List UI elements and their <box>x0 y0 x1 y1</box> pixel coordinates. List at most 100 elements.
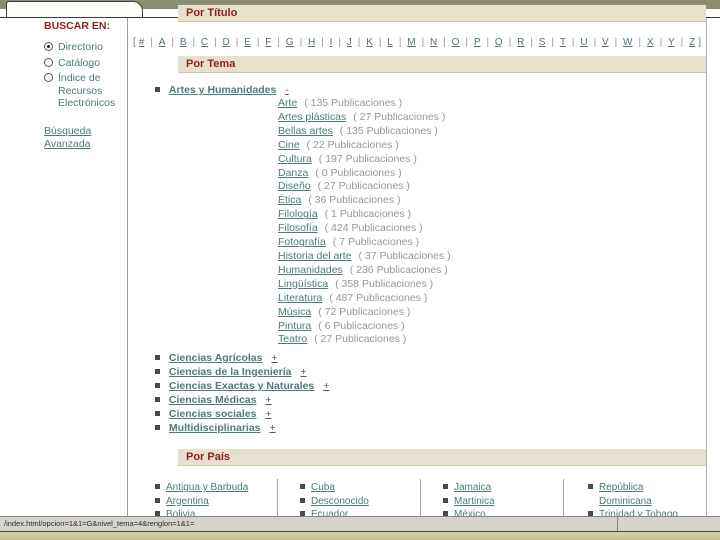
alphabet-item: Q | <box>495 37 511 48</box>
subtopic-link[interactable]: Filología <box>278 208 318 220</box>
alphabet-letter-link[interactable]: J <box>347 37 352 48</box>
alphabet-letter-link[interactable]: Z <box>689 37 695 48</box>
theme-category-link[interactable]: Ciencias de la Ingeniería <box>169 366 292 378</box>
country-link[interactable]: Desconocido <box>311 496 369 507</box>
expand-toggle[interactable]: + <box>265 394 271 406</box>
frame-divider[interactable] <box>617 517 618 531</box>
subtopic-link[interactable]: Cultura <box>278 153 312 165</box>
alphabet-letter-link[interactable]: U <box>580 37 587 48</box>
subtopic-row: Pintura ( 6 Publicaciones ) <box>278 320 451 334</box>
option-label[interactable]: Directorio <box>58 41 103 54</box>
alphabet-letter-link[interactable]: R <box>517 37 524 48</box>
alphabet-letter-link[interactable]: X <box>647 37 654 48</box>
subtopic-link[interactable]: Humanidades <box>278 264 343 276</box>
collapse-toggle[interactable]: - <box>285 84 289 96</box>
country-row: Desconocido <box>300 495 438 509</box>
subtopic-link[interactable]: Bellas artes <box>278 125 333 137</box>
alphabet-letter-link[interactable]: P <box>474 37 481 48</box>
radio-button-icon[interactable] <box>44 73 53 82</box>
expand-toggle[interactable]: + <box>300 366 306 378</box>
alphabet-letter-link[interactable]: C <box>201 37 208 48</box>
alphabet-letter-link[interactable]: H <box>308 37 315 48</box>
sidebar-title: BUSCAR EN: <box>44 20 110 32</box>
alphabet-letter-link[interactable]: T <box>560 37 566 48</box>
alphabet-letter-link[interactable]: E <box>244 37 251 48</box>
alphabet-letter-link[interactable]: N <box>430 37 437 48</box>
alphabet-letter-link[interactable]: G <box>286 37 294 48</box>
country-link[interactable]: Trinidad y Tobago <box>599 509 678 516</box>
expand-toggle[interactable]: + <box>271 352 277 364</box>
radio-button-icon[interactable] <box>44 42 53 51</box>
country-link[interactable]: Ecuador <box>311 509 348 516</box>
subtopic-row: Cultura ( 197 Publicaciones ) <box>278 153 451 167</box>
theme-subtopic-list: Arte ( 135 Publicaciones ) Artes plástic… <box>278 97 451 347</box>
alphabet-letter-link[interactable]: F <box>265 37 271 48</box>
alphabet-letter-link[interactable]: A <box>159 37 166 48</box>
theme-category-link[interactable]: Ciencias sociales <box>169 408 257 420</box>
subtopic-link[interactable]: Artes plásticas <box>278 111 346 123</box>
subtopic-row: Música ( 72 Publicaciones ) <box>278 306 451 320</box>
alphabet-letter-link[interactable]: B <box>180 37 187 48</box>
alphabet-letter-link[interactable]: Y <box>668 37 675 48</box>
expand-toggle[interactable]: + <box>265 408 271 420</box>
separator: | <box>357 37 361 48</box>
alphabet-letter-link[interactable]: Q <box>495 37 503 48</box>
country-link[interactable]: Jamaica <box>454 482 491 493</box>
separator: | <box>486 37 490 48</box>
country-link[interactable]: Antigua y Barbuda <box>166 482 248 493</box>
theme-category-link[interactable]: Multidisciplinarias <box>169 422 261 434</box>
alphabet-letter-link[interactable]: K <box>366 37 373 48</box>
alphabet-item: J | <box>347 37 361 48</box>
subtopic-link[interactable]: Historia del arte <box>278 250 352 262</box>
alphabet-letter-link[interactable]: V <box>602 37 609 48</box>
alphabet-letter-link[interactable]: # <box>139 37 145 48</box>
expand-toggle[interactable]: + <box>269 422 275 434</box>
bullet-icon <box>588 484 593 489</box>
alphabet-letter-link[interactable]: M <box>407 37 415 48</box>
search-scope-option[interactable]: Índice de Recursos Electrónicos <box>44 72 120 110</box>
theme-category-link[interactable]: Artes y Humanidades <box>169 84 276 96</box>
subtopic-link[interactable]: Lingüística <box>278 278 328 290</box>
alphabet-letter-link[interactable]: I <box>330 37 333 48</box>
subtopic-link[interactable]: Diseño <box>278 180 311 192</box>
country-link[interactable]: Bolivia <box>166 509 195 516</box>
radio-button-icon[interactable] <box>44 57 53 67</box>
subtopic-link[interactable]: Música <box>278 306 311 318</box>
search-scope-option[interactable]: Directorio <box>44 41 120 54</box>
alphabet-letter-link[interactable]: D <box>223 37 230 48</box>
subtopic-link[interactable]: Literatura <box>278 292 322 304</box>
alphabet-letter-link[interactable]: S <box>539 37 546 48</box>
country-link[interactable]: México <box>454 509 486 516</box>
theme-category-link[interactable]: Ciencias Agrícolas <box>169 352 263 364</box>
subtopic-link[interactable]: Pintura <box>278 320 311 332</box>
subtopic-count: ( 236 Publicaciones ) <box>349 263 448 276</box>
option-label[interactable]: Índice de Recursos Electrónicos <box>58 72 120 110</box>
alphabet-letter-link[interactable]: O <box>452 37 460 48</box>
option-label[interactable]: Catálogo <box>58 57 100 70</box>
subtopic-row: Arte ( 135 Publicaciones ) <box>278 97 451 111</box>
subtopic-link[interactable]: Cine <box>278 139 300 151</box>
theme-category-link[interactable]: Ciencias Médicas <box>169 394 257 406</box>
subtopic-link[interactable]: Filosofía <box>278 222 318 234</box>
bullet-icon <box>443 484 448 489</box>
alphabet-letter-link[interactable]: W <box>623 37 632 48</box>
section-header-by-country: Por País <box>178 449 706 466</box>
country-row: México <box>443 508 581 516</box>
subtopic-link[interactable]: Ética <box>278 194 301 206</box>
subtopic-link[interactable]: Danza <box>278 167 308 179</box>
country-link[interactable]: República Dominicana <box>599 482 652 507</box>
theme-category-link[interactable]: Ciencias Exactas y Naturales <box>169 380 314 392</box>
theme-expanded-row: Artes y Humanidades - <box>155 84 289 96</box>
alphabet-item: T | <box>560 37 575 48</box>
advanced-search-link[interactable]: Búsqueda Avanzada <box>44 125 110 151</box>
country-link[interactable]: Martinica <box>454 496 495 507</box>
country-link[interactable]: Argentina <box>166 496 209 507</box>
alphabet-letter-link[interactable]: L <box>387 37 393 48</box>
browser-tab[interactable] <box>6 1 143 17</box>
subtopic-link[interactable]: Teatro <box>278 333 307 345</box>
country-link[interactable]: Cuba <box>311 482 335 493</box>
subtopic-link[interactable]: Arte <box>278 97 297 109</box>
expand-toggle[interactable]: + <box>323 380 329 392</box>
subtopic-link[interactable]: Fotografía <box>278 236 326 248</box>
search-scope-option[interactable]: Catálogo <box>44 57 120 70</box>
